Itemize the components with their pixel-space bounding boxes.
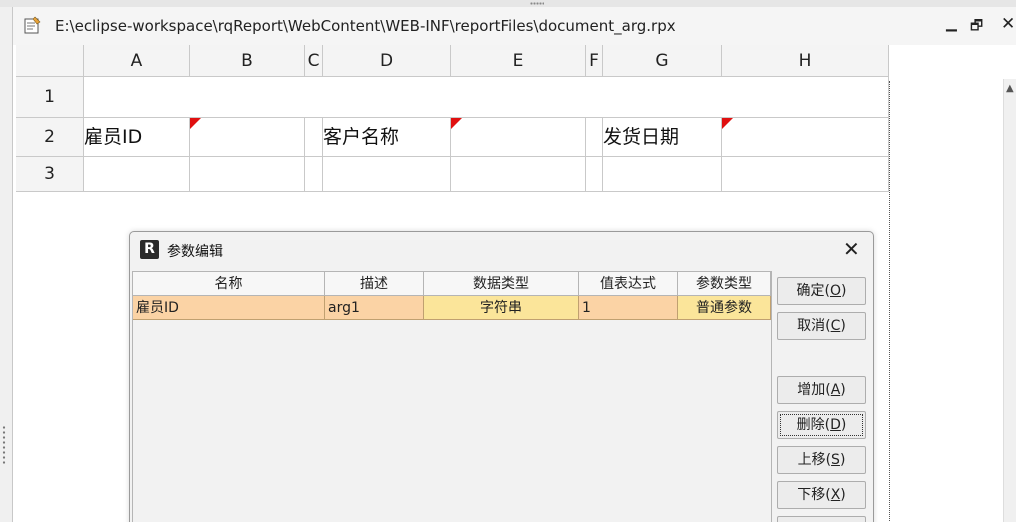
down-mnemonic: X [830,487,841,503]
cell-g3[interactable] [603,157,722,192]
close-icon[interactable]: ✕ [1001,14,1015,34]
cell-row1-merged[interactable] [84,77,889,118]
col-header-datatype[interactable]: 数据类型 [424,272,579,296]
add-label: 增加( [797,382,831,398]
down-paren: ) [840,487,846,503]
cell-c2[interactable] [305,118,323,157]
ok-label: 确定( [796,283,830,299]
column-header-d[interactable]: D [323,45,451,77]
row-desc-cell[interactable]: arg1 [325,296,424,320]
vertical-scrollbar[interactable]: ▲ [1003,79,1016,522]
cell-f3[interactable] [586,157,603,192]
cell-e2[interactable] [451,118,586,157]
add-mnemonic: A [830,382,841,398]
down-label: 下移( [797,487,831,503]
cell-a2[interactable]: 雇员ID [84,118,190,157]
column-header-b[interactable]: B [190,45,305,77]
cell-d3[interactable] [323,157,451,192]
partial-button[interactable] [777,516,866,522]
close-icon[interactable]: ✕ [843,237,860,261]
cell-h2[interactable] [722,118,889,157]
param-flag-icon [451,118,462,129]
ok-mnemonic: O [829,283,842,299]
row-datatype-cell[interactable]: 字符串 [424,296,579,320]
param-flag-icon [190,118,201,129]
delete-label: 删除( [796,417,831,433]
cell-a3[interactable] [84,157,190,192]
column-header-a[interactable]: A [84,45,190,77]
page-boundary [889,81,890,521]
cell-b3[interactable] [190,157,305,192]
cell-a2-text: 雇员ID [84,126,143,148]
cell-h3[interactable] [722,157,889,192]
cell-d2-text: 客户名称 [323,126,400,148]
param-edit-dialog: R 参数编辑 ✕ 名称 描述 数据类型 值表达式 参数类型 雇员ID arg1 … [129,231,874,522]
col-header-desc[interactable]: 描述 [325,272,424,296]
move-down-button[interactable]: 下移(X) [777,481,866,509]
restore-icon[interactable]: 🗗 [970,15,983,39]
cancel-label: 取消( [797,318,831,334]
row-param-type-cell[interactable]: 普通参数 [678,296,771,320]
delete-mnemonic: D [830,417,841,433]
col-header-value-expr[interactable]: 值表达式 [579,272,678,296]
row-header-1[interactable]: 1 [16,77,84,118]
title-bar: E:\eclipse-workspace\rqReport\WebContent… [13,7,1016,45]
up-paren: ) [839,452,846,468]
cell-f2[interactable] [586,118,603,157]
minimize-icon[interactable]: ▁ [946,16,957,32]
column-header-c[interactable]: C [305,45,323,77]
col-header-name[interactable]: 名称 [133,272,325,296]
up-label: 上移( [797,452,832,468]
column-header-e[interactable]: E [451,45,586,77]
cell-e3[interactable] [451,157,586,192]
row-header-2[interactable]: 2 [16,118,84,157]
param-table: 名称 描述 数据类型 值表达式 参数类型 雇员ID arg1 字符串 1 普通参… [132,271,772,522]
top-splitter[interactable] [0,0,1016,7]
dialog-title: 参数编辑 [167,244,223,260]
column-header-h[interactable]: H [722,45,889,77]
delete-paren: ) [840,417,847,433]
document-icon [24,16,41,34]
delete-button[interactable]: 删除(D) [777,411,866,439]
cell-g2-text: 发货日期 [603,126,680,148]
col-header-param-type[interactable]: 参数类型 [678,272,771,296]
add-button[interactable]: 增加(A) [777,376,866,404]
param-flag-icon [722,118,733,129]
column-header-g[interactable]: G [603,45,722,77]
move-up-button[interactable]: 上移(S) [777,446,866,474]
cell-d2[interactable]: 客户名称 [323,118,451,157]
column-header-f[interactable]: F [586,45,603,77]
cell-c3[interactable] [305,157,323,192]
left-splitter-grip[interactable] [2,425,6,465]
row-value-expr-cell[interactable]: 1 [579,296,678,320]
grip-dots [530,2,544,5]
add-paren: ) [840,382,846,398]
cancel-mnemonic: C [830,318,841,334]
row-name-cell[interactable]: 雇员ID [133,296,325,320]
app-logo-icon: R [140,240,159,259]
ok-paren: ) [841,283,847,299]
corner-cell[interactable] [16,45,84,77]
scroll-up-icon[interactable]: ▲ [1006,83,1014,94]
cell-b2[interactable] [190,118,305,157]
row-header-3[interactable]: 3 [16,157,84,192]
cell-g2[interactable]: 发货日期 [603,118,722,157]
up-mnemonic: S [831,452,840,468]
ok-button[interactable]: 确定(O) [777,277,866,305]
cancel-button[interactable]: 取消(C) [777,312,866,340]
cancel-paren: ) [840,318,846,334]
document-path: E:\eclipse-workspace\rqReport\WebContent… [55,17,676,35]
